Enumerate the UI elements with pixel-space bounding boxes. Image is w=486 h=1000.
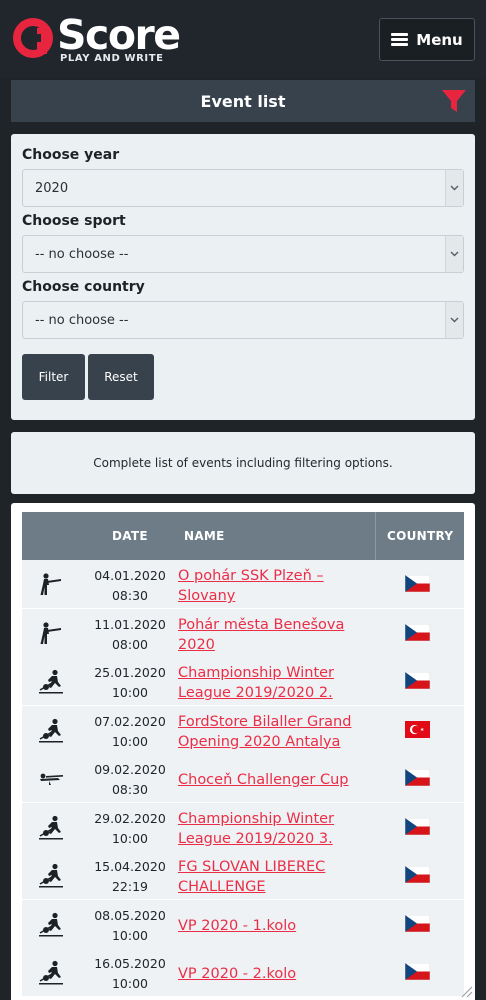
logo-tagline: PLAY AND WRITE [60,53,164,64]
czech-flag-icon [405,769,430,786]
shooter-standing-icon [40,573,61,595]
event-date-day: 07.02.2020 [94,713,166,729]
table-row[interactable]: 29.02.2020 10:00 Championship Winter Lea… [22,802,464,851]
czech-flag-icon [405,672,430,689]
table-row[interactable]: 07.02.2020 10:00 FordStore Bilaller Gran… [22,705,464,754]
event-date: 04.01.2020 08:30 [88,566,172,606]
funnel-icon[interactable] [441,88,467,114]
event-date-day: 16.05.2020 [94,956,166,971]
year-select[interactable]: 2020 [22,169,464,207]
table-row[interactable]: 11.01.2020 08:00 Pohár města Benešova 20… [22,608,464,657]
czech-flag-icon [405,866,430,883]
footgolf-icon [39,912,63,936]
table-row[interactable]: 09.02.2020 08:30 Choceň Challenger Cup [22,754,464,802]
event-date: 29.02.2020 10:00 [88,809,172,849]
header-country[interactable]: COUNTRY [387,512,453,560]
sport-select[interactable]: -- no choose -- [22,235,464,273]
filter-button[interactable]: Filter [22,354,85,400]
czech-flag-icon [405,817,430,835]
hamburger-icon [391,33,409,46]
resize-handle-icon[interactable] [457,982,473,998]
events-table: DATE NAME COUNTRY 04.01.2020 08:30 O poh… [11,503,475,1000]
menu-label: Menu [416,30,463,49]
event-date-time: 22:19 [111,879,149,894]
event-date-day: 29.02.2020 [94,810,166,826]
chevron-down-icon [445,170,463,206]
menu-button[interactable]: Menu [379,18,475,61]
sport-select-value: -- no choose -- [35,246,129,262]
event-date-day: 15.04.2020 [94,859,166,874]
site-header: Score PLAY AND WRITE Menu [0,0,486,78]
event-date-time: 10:00 [111,927,149,943]
table-header: DATE NAME COUNTRY [22,512,464,560]
footgolf-icon [39,718,63,742]
table-row[interactable]: 08.05.2020 10:00 VP 2020 - 1.kolo [22,899,464,948]
event-date-time: 08:30 [111,588,149,603]
header-date[interactable]: DATE [112,512,148,560]
event-date-time: 08:30 [111,782,149,797]
chevron-down-icon [445,236,463,272]
year-select-value: 2020 [35,180,69,196]
event-date: 08.05.2020 10:00 [88,906,172,946]
logo-mark-icon [13,18,53,58]
table-row[interactable]: 25.01.2020 10:00 Championship Winter Lea… [22,657,464,705]
event-date-time: 10:00 [111,685,149,700]
event-date-day: 08.05.2020 [94,907,166,923]
event-date-day: 25.01.2020 [94,665,166,680]
event-name-link[interactable]: VP 2020 - 1.kolo [178,916,374,936]
country-select[interactable]: -- no choose -- [22,301,464,339]
header-divider [375,512,376,560]
event-name-link[interactable]: Pohár města Benešova 2020 [178,615,374,655]
country-select-value: -- no choose -- [35,312,129,328]
footgolf-icon [39,815,63,839]
event-date-day: 11.01.2020 [94,616,166,632]
reset-button[interactable]: Reset [88,354,154,400]
event-name-link[interactable]: VP 2020 - 2.kolo [178,964,374,984]
header-name[interactable]: NAME [184,512,225,560]
chevron-down-icon [445,302,463,338]
footgolf-icon [39,669,63,694]
czech-flag-icon [405,623,430,641]
info-text: Complete list of events including filter… [93,456,393,470]
page-title: Event list [200,91,286,111]
table-row[interactable]: 04.01.2020 08:30 O pohár SSK Plzeň – Slo… [22,560,464,608]
event-name-link[interactable]: Choceň Challenger Cup [178,770,374,790]
country-label: Choose country [22,279,145,295]
table-row[interactable]: 16.05.2020 10:00 VP 2020 - 2.kolo [22,948,464,996]
event-date-time: 10:00 [111,733,149,749]
event-date: 11.01.2020 08:00 [88,615,172,655]
logo[interactable]: Score PLAY AND WRITE [13,11,203,66]
event-date-time: 10:00 [111,976,149,991]
year-label: Choose year [22,147,120,163]
event-name-link[interactable]: FordStore Bilaller Grand Opening 2020 An… [178,712,374,752]
czech-flag-icon [405,963,430,980]
shooter-standing-icon [40,621,61,644]
event-date: 15.04.2020 22:19 [88,857,172,897]
czech-flag-icon [405,575,430,592]
event-name-link[interactable]: Championship Winter League 2019/2020 3. [178,809,374,849]
event-date-time: 10:00 [111,830,149,846]
info-box: Complete list of events including filter… [11,432,475,494]
filter-panel: Choose year 2020 Choose sport -- no choo… [11,134,475,420]
table-row[interactable]: 15.04.2020 22:19 FG SLOVAN LIBEREC CHALL… [22,851,464,899]
event-name-link[interactable]: FG SLOVAN LIBEREC CHALLENGE [178,857,374,897]
event-name-link[interactable]: O pohár SSK Plzeň – Slovany [178,566,374,606]
sport-label: Choose sport [22,213,126,229]
event-date: 16.05.2020 10:00 [88,954,172,994]
footgolf-icon [39,960,63,985]
turkish-flag-icon [405,720,430,738]
page-title-bar: Event list [11,80,475,122]
event-date-day: 04.01.2020 [94,568,166,583]
event-date-day: 09.02.2020 [94,762,166,777]
event-date-time: 08:00 [111,636,149,652]
event-date: 25.01.2020 10:00 [88,663,172,703]
shooter-prone-icon [40,773,63,785]
event-name-link[interactable]: Championship Winter League 2019/2020 2. [178,663,374,703]
event-date: 09.02.2020 08:30 [88,760,172,800]
event-date: 07.02.2020 10:00 [88,712,172,752]
czech-flag-icon [405,914,430,932]
footgolf-icon [39,863,63,888]
